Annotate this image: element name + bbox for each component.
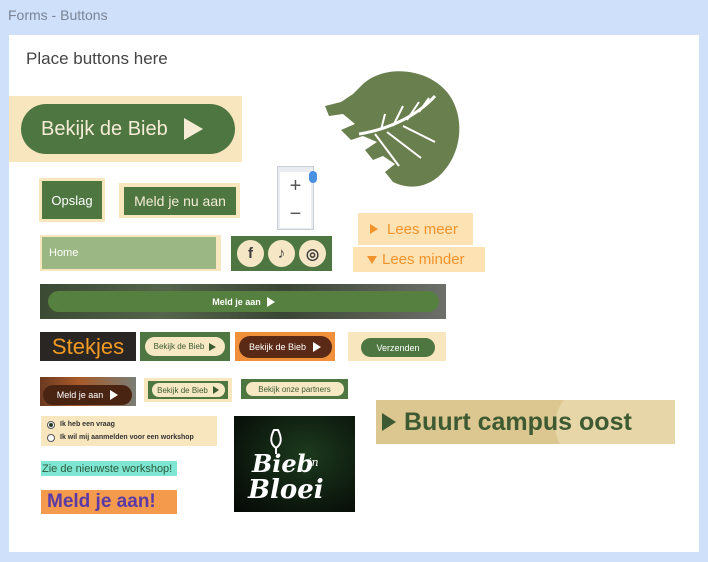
play-icon (382, 413, 396, 431)
button-label: Bekijk de Bieb (248, 341, 307, 352)
play-icon (209, 342, 217, 351)
radio-label: Ik heb een vraag (60, 421, 115, 428)
social-links: f ♪ ◎ (231, 236, 332, 271)
monstera-leaf-icon (323, 66, 465, 190)
radio-option[interactable]: Ik heb een vraag (47, 418, 211, 431)
button-label: Bekijk de Bieb (157, 385, 208, 395)
home-button[interactable]: Home (42, 237, 216, 269)
radio-selected[interactable] (47, 420, 55, 429)
radio-option[interactable]: Ik wil mij aanmelden voor een workshop (47, 431, 211, 444)
stekjes-button[interactable]: Stekjes (40, 332, 136, 361)
bekijk-de-bieb-button-4[interactable]: Bekijk de Bieb (151, 383, 225, 397)
button-label: Lees meer (387, 220, 458, 238)
bekijk-de-bieb-button-2[interactable]: Bekijk de Bieb (145, 337, 225, 356)
play-icon (313, 341, 322, 352)
zie-workshop-link[interactable]: Zie de nieuwste workshop! (41, 461, 177, 476)
tulip-icon (270, 429, 282, 450)
triangle-down-icon (367, 255, 377, 264)
button-label: Meld je aan (56, 390, 104, 400)
buurt-campus-oost-button[interactable]: Buurt campus oost (376, 400, 675, 444)
lees-minder-button[interactable]: Lees minder (353, 247, 485, 272)
button-label: Meld je aan (212, 296, 261, 307)
play-icon (110, 390, 119, 400)
radio-group: Ik heb een vraag Ik wil mij aanmelden vo… (41, 416, 217, 446)
play-icon (183, 118, 203, 140)
bieb-in-bloei-logo: Bieb in Bloei (234, 416, 355, 512)
canvas-heading: Place buttons here (26, 49, 168, 68)
verzenden-button[interactable]: Verzenden (361, 338, 435, 357)
meld-je-aan-banner-button[interactable]: Meld je aan (48, 291, 439, 312)
meld-banner: Meld je aan (40, 284, 446, 319)
bekijk-de-bieb-button-3[interactable]: Bekijk de Bieb (238, 335, 332, 358)
logo-text-bloei: Bloei (247, 475, 324, 505)
play-icon (370, 224, 378, 234)
button-label: Buurt campus oost (404, 407, 632, 436)
bekijk-de-bieb-frame-3: Bekijk de Bieb (235, 332, 335, 361)
facebook-icon[interactable]: f (237, 240, 264, 267)
zoom-out-button[interactable]: − (280, 200, 311, 228)
instagram-icon[interactable]: ◎ (299, 240, 326, 267)
meld-je-aan-big-button[interactable]: Meld je aan! (41, 490, 177, 514)
opslag-button[interactable]: Opslag (42, 181, 102, 219)
logo-text-bieb: Bieb (251, 449, 313, 478)
radio-label: Ik wil mij aanmelden voor een workshop (60, 434, 194, 441)
button-label: Bekijk de Bieb (41, 117, 168, 140)
radio-unselected[interactable] (47, 433, 55, 442)
bekijk-de-bieb-frame-2: Bekijk de Bieb (140, 332, 230, 361)
play-icon (266, 296, 275, 307)
bekijk-onze-partners-button[interactable]: Bekijk onze partners (245, 382, 344, 396)
location-marker-icon (309, 171, 317, 183)
map-zoom-control: + − (277, 166, 317, 230)
bekijk-de-bieb-inner-4: Bekijk de Bieb (148, 381, 228, 399)
zoom-in-button[interactable]: + (280, 172, 311, 200)
button-label: Lees minder (382, 251, 465, 268)
tiktok-icon[interactable]: ♪ (268, 240, 295, 267)
lees-meer-button[interactable]: Lees meer (358, 213, 473, 245)
partners-frame: Bekijk onze partners (241, 379, 348, 399)
logo-text-in: in (308, 456, 319, 469)
meld-je-aan-photo-frame: Meld je aan (40, 377, 136, 406)
button-label: Bekijk de Bieb (153, 342, 205, 351)
play-icon (212, 386, 219, 394)
meld-je-nu-aan-button[interactable]: Meld je nu aan (124, 187, 236, 215)
bekijk-de-bieb-large-button[interactable]: Bekijk de Bieb (21, 104, 235, 154)
window-title: Forms - Buttons (8, 7, 108, 23)
meld-je-aan-button[interactable]: Meld je aan (43, 385, 132, 405)
